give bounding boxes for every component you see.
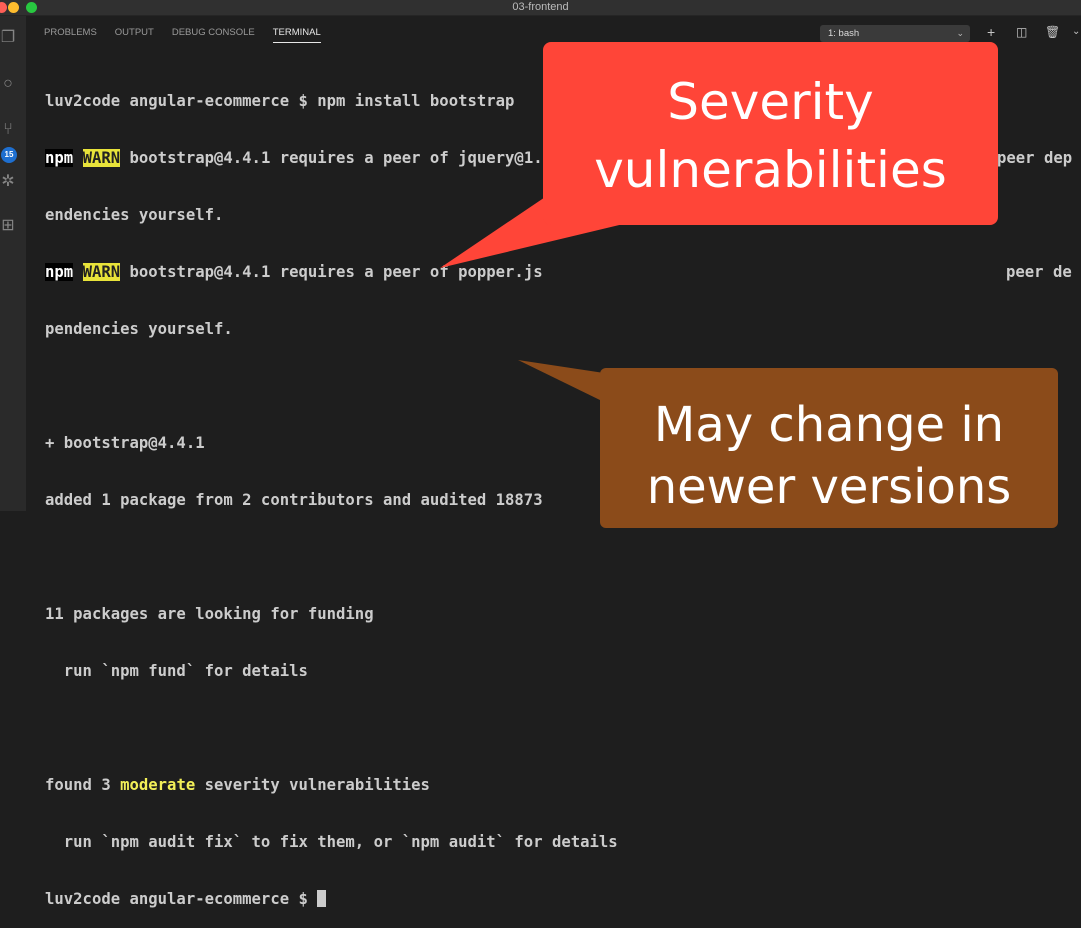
terminal-line: run `npm fund` for details bbox=[45, 662, 308, 680]
prompt-text: luv2code angular-ecommerce $ bbox=[45, 890, 318, 908]
callout-text: May change in bbox=[653, 397, 1005, 453]
callout-text: Severity bbox=[667, 73, 874, 131]
terminal-text: found 3 bbox=[45, 776, 121, 794]
callout-text: newer versions bbox=[646, 459, 1012, 515]
severity-callout: Severity vulnerabilities bbox=[543, 42, 998, 225]
terminal-text: severity vulnerabilities bbox=[195, 776, 430, 794]
callout-text: vulnerabilities bbox=[594, 141, 947, 199]
terminal-line: 11 packages are looking for funding bbox=[45, 605, 374, 623]
brown-callout-tail bbox=[518, 360, 604, 402]
terminal-prompt: luv2code angular-ecommerce $ bbox=[45, 890, 618, 909]
version-callout: May change in newer versions bbox=[600, 368, 1058, 528]
terminal-line: run `npm audit fix` to fix them, or `npm… bbox=[45, 833, 618, 851]
moderate-label: moderate bbox=[120, 776, 196, 794]
terminal-line: found 3 moderate severity vulnerabilitie… bbox=[45, 776, 618, 795]
terminal-cursor bbox=[317, 890, 327, 907]
